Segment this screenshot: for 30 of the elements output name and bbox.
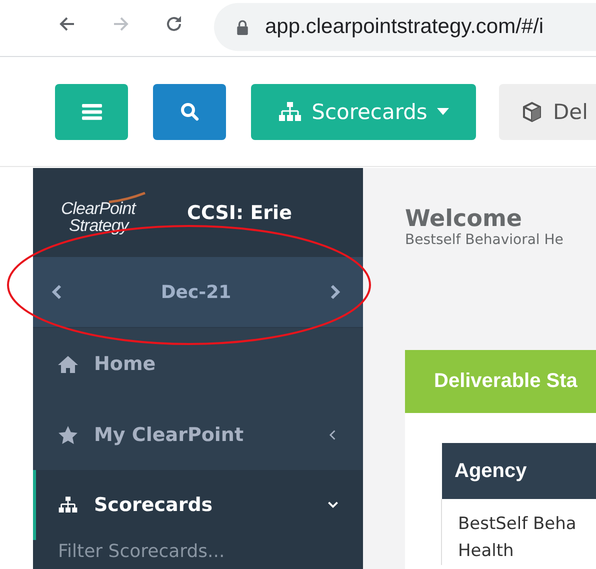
cube-icon [521,100,543,122]
search-icon [180,102,200,122]
reload-icon[interactable] [164,14,184,34]
sidebar-item[interactable]: Scorecards [33,470,363,540]
menu-icon [82,104,102,120]
sidebar-item[interactable]: Home [33,328,363,399]
lock-icon [236,20,249,34]
sidebar-item[interactable]: My ClearPoint [33,399,363,470]
url-text: app.clearpointstrategy.com/#/i [265,15,544,39]
panel-title: Deliverable Sta [434,370,578,393]
previous-period-icon[interactable] [51,284,63,300]
sitemap-icon [58,496,78,514]
page-title: Welcome [405,206,524,232]
star-icon [58,426,78,444]
search-button[interactable] [153,84,226,140]
clearpoint-logo: ClearPoint Strategy [61,192,157,234]
next-period-icon[interactable] [329,284,341,300]
sitemap-icon [278,102,302,122]
menu-button[interactable] [55,84,128,140]
scorecards-dropdown-button[interactable]: Scorecards [251,84,476,140]
caret-icon [437,108,450,115]
period-label[interactable]: Dec-21 [160,282,232,302]
table-cell: BestSelf Beha Health [442,499,596,565]
address-bar[interactable]: app.clearpointstrategy.com/#/i [214,3,596,51]
account-name: CCSI: Erie [187,202,292,224]
deliverables-button[interactable]: Del [499,84,596,140]
column-header: Agency [442,443,596,499]
home-icon [58,354,78,372]
page-subtitle: Bestself Behavioral He [405,232,564,248]
filter-field[interactable]: Filter Scorecards... [33,540,363,569]
